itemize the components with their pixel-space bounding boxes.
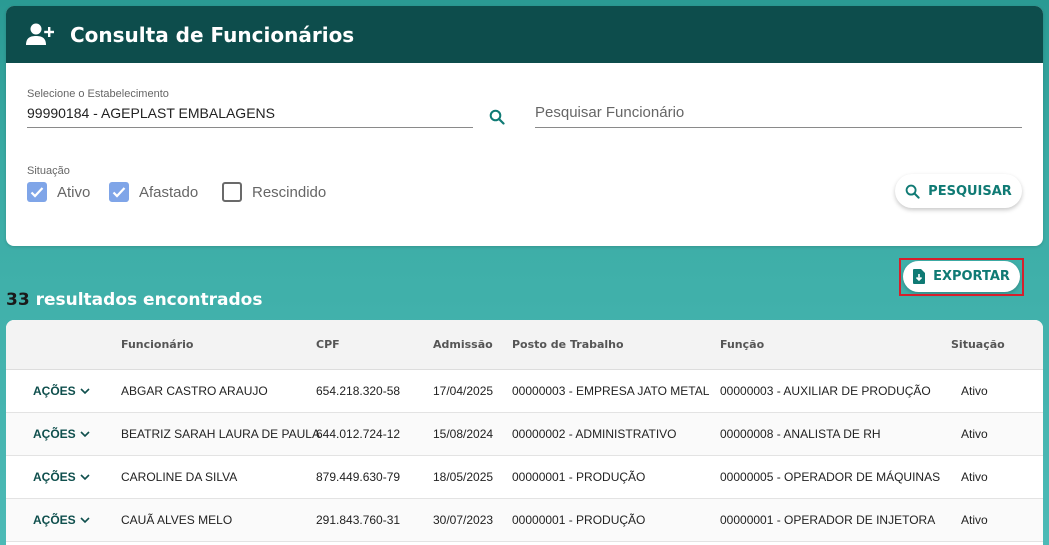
actions-label: AÇÕES	[33, 427, 76, 441]
situation-label: Situação	[27, 165, 70, 177]
actions-label: AÇÕES	[33, 384, 76, 398]
cell-role: 00000001 - OPERADOR DE INJETORA	[720, 513, 936, 527]
results-count-number: 33	[6, 290, 30, 310]
checkbox-rescindido-label: Rescindido	[252, 183, 327, 201]
cell-post: 00000001 - PRODUÇÃO	[512, 470, 646, 484]
search-icon[interactable]	[489, 109, 507, 127]
checkbox-rescindido[interactable]: Rescindido	[222, 182, 326, 202]
cell-admission: 17/04/2025	[433, 384, 494, 398]
establishment-label: Selecione o Estabelecimento	[27, 88, 169, 100]
checkbox-ativo[interactable]: Ativo	[27, 182, 90, 202]
cell-post: 00000002 - ADMINISTRATIVO	[512, 427, 677, 441]
cell-cpf: 644.012.724-12	[316, 427, 401, 441]
table-header: Funcionário CPF Admissão Posto de Trabal…	[6, 320, 1043, 370]
table-row: AÇÕES CAUÃ ALVES MELO 291.843.760-31 30/…	[6, 499, 1043, 542]
column-header-admission: Admissão	[433, 338, 493, 351]
actions-label: AÇÕES	[33, 513, 76, 527]
column-header-role: Função	[720, 338, 765, 351]
cell-status: Ativo	[961, 513, 988, 527]
table-row: AÇÕES CAROLINE DA SILVA 879.449.630-79 1…	[6, 456, 1043, 499]
cell-employee: CAROLINE DA SILVA	[121, 470, 238, 484]
checkbox-unchecked-icon[interactable]	[222, 182, 242, 202]
cell-cpf: 654.218.320-58	[316, 384, 401, 398]
cell-employee: CAUÃ ALVES MELO	[121, 513, 233, 527]
actions-dropdown[interactable]: AÇÕES	[33, 427, 90, 441]
search-icon	[905, 184, 920, 199]
search-button[interactable]: PESQUISAR	[895, 174, 1022, 208]
cell-cpf: 879.449.630-79	[316, 470, 401, 484]
results-count-suffix: resultados encontrados	[35, 290, 263, 310]
cell-admission: 30/07/2023	[433, 513, 494, 527]
column-header-status: Situação	[951, 338, 1005, 351]
actions-label: AÇÕES	[33, 470, 76, 484]
employee-search-underline	[535, 127, 1022, 128]
chevron-down-icon	[80, 516, 90, 523]
employees-table: Funcionário CPF Admissão Posto de Trabal…	[6, 320, 1043, 545]
checkbox-ativo-label: Ativo	[57, 183, 91, 201]
results-count: 33 resultados encontrados	[6, 290, 262, 310]
checkbox-afastado[interactable]: Afastado	[109, 182, 198, 202]
cell-status: Ativo	[961, 427, 988, 441]
cell-post: 00000003 - EMPRESA JATO METAL	[512, 384, 710, 398]
checkbox-checked-icon[interactable]	[109, 182, 129, 202]
establishment-underline	[27, 127, 473, 128]
table-row: AÇÕES BEATRIZ SARAH LAURA DE PAULA 644.0…	[6, 413, 1043, 456]
column-header-post: Posto de Trabalho	[512, 338, 624, 351]
search-button-label: PESQUISAR	[928, 183, 1012, 199]
cell-role: 00000005 - OPERADOR DE MÁQUINAS	[720, 470, 941, 484]
employee-search-input[interactable]: Pesquisar Funcionário	[535, 104, 684, 121]
cell-employee: BEATRIZ SARAH LAURA DE PAULA	[121, 427, 320, 441]
column-header-cpf: CPF	[316, 338, 340, 351]
table-row: AÇÕES ABGAR CASTRO ARAUJO 654.218.320-58…	[6, 370, 1043, 413]
cell-status: Ativo	[961, 470, 988, 484]
cell-role: 00000008 - ANALISTA DE RH	[720, 427, 881, 441]
cell-employee: ABGAR CASTRO ARAUJO	[121, 384, 268, 398]
cell-admission: 18/05/2025	[433, 470, 494, 484]
actions-dropdown[interactable]: AÇÕES	[33, 513, 90, 527]
chevron-down-icon	[80, 430, 90, 437]
export-highlight-box	[899, 258, 1024, 296]
chevron-down-icon	[80, 473, 90, 480]
actions-dropdown[interactable]: AÇÕES	[33, 470, 90, 484]
add-user-icon	[26, 22, 56, 48]
cell-cpf: 291.843.760-31	[316, 513, 401, 527]
cell-admission: 15/08/2024	[433, 427, 494, 441]
actions-dropdown[interactable]: AÇÕES	[33, 384, 90, 398]
cell-post: 00000001 - PRODUÇÃO	[512, 513, 646, 527]
filter-card: Consulta de Funcionários Selecione o Est…	[6, 6, 1043, 246]
checkbox-afastado-label: Afastado	[139, 183, 199, 201]
cell-role: 00000003 - AUXILIAR DE PRODUÇÃO	[720, 384, 931, 398]
checkbox-checked-icon[interactable]	[27, 182, 47, 202]
page-title: Consulta de Funcionários	[70, 22, 355, 47]
page-header: Consulta de Funcionários	[6, 6, 1043, 63]
chevron-down-icon	[80, 387, 90, 394]
column-header-employee: Funcionário	[121, 338, 194, 351]
cell-status: Ativo	[961, 384, 988, 398]
establishment-select[interactable]: 99990184 - AGEPLAST EMBALAGENS	[27, 105, 275, 121]
